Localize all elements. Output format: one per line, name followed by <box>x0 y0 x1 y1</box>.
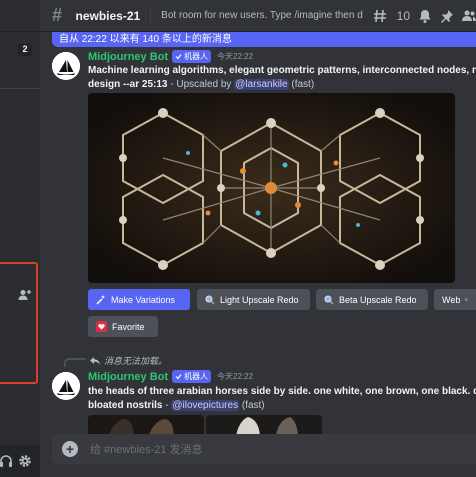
external-link-icon <box>465 298 468 301</box>
threads-icon[interactable] <box>373 9 387 23</box>
search-icon <box>205 295 215 305</box>
highlight-box <box>0 262 38 384</box>
sparkle-icon <box>96 294 105 305</box>
bot-tag: 机器人 <box>172 370 212 383</box>
checkmark-icon <box>175 54 182 60</box>
author-name[interactable]: Midjourney Bot <box>88 371 168 383</box>
bot-tag-label: 机器人 <box>184 372 209 381</box>
prompt-text-line2: design --ar 25:13 <box>88 79 168 90</box>
channel-header: # newbies-21 Bot room for new users. Typ… <box>40 0 476 32</box>
new-messages-bar[interactable]: 自从 22:22 以来有 140 条以上的新消息 <box>52 32 476 47</box>
light-upscale-label: Light Upscale Redo <box>220 294 299 305</box>
favorite-button[interactable]: Favorite <box>88 316 158 337</box>
generated-image[interactable] <box>88 93 455 283</box>
timestamp: 今天22:22 <box>217 372 254 381</box>
make-variations-label: Make Variations <box>111 294 175 305</box>
add-user-icon[interactable] <box>18 288 32 302</box>
reply-preview[interactable]: 消息无法加载。 <box>90 354 167 367</box>
mention-badge: 2 <box>18 43 32 56</box>
timestamp: 今天22:22 <box>217 52 254 61</box>
message-content: Machine learning algorithms, elegant geo… <box>88 64 476 92</box>
channel-name: newbies-21 <box>75 8 141 23</box>
composer-placeholder: 给 #newbies-21 发消息 <box>90 444 203 456</box>
message-header: Midjourney Bot 机器人 今天22:22 <box>88 50 253 63</box>
separator-text: - <box>162 400 172 411</box>
message-composer[interactable]: + 给 #newbies-21 发消息 <box>52 434 476 464</box>
bell-icon[interactable] <box>418 9 432 23</box>
headset-icon[interactable] <box>0 454 12 468</box>
beta-upscale-label: Beta Upscale Redo <box>339 294 417 305</box>
speed-text: (fast) <box>288 79 315 90</box>
reply-connector <box>64 358 86 367</box>
channel-sidebar: 2 <box>0 0 40 477</box>
header-toolbar: 10 <box>373 9 476 23</box>
pin-icon[interactable] <box>440 9 454 23</box>
bot-tag: 机器人 <box>172 50 212 63</box>
message-content: the heads of three arabian horses side b… <box>88 385 476 413</box>
hash-icon: # <box>52 5 63 25</box>
upscaled-by-text: - Upscaled by <box>167 79 235 90</box>
sidebar-topbar <box>0 0 40 32</box>
message-header: Midjourney Bot 机器人 今天22:22 <box>88 370 253 383</box>
beta-upscale-redo-button[interactable]: Beta Upscale Redo <box>316 289 428 310</box>
avatar[interactable] <box>52 52 80 80</box>
user-mention[interactable]: @ilovepictures <box>171 400 240 411</box>
prompt-text: Machine learning algorithms, elegant geo… <box>88 65 476 76</box>
sidebar-divider <box>0 88 40 89</box>
bot-tag-label: 机器人 <box>184 52 209 61</box>
prompt-text: the heads of three arabian horses side b… <box>88 386 476 397</box>
gear-icon[interactable] <box>18 454 32 468</box>
reply-preview-text: 消息无法加载。 <box>104 356 168 366</box>
user-panel <box>0 445 40 477</box>
speed-text: (fast) <box>239 400 265 411</box>
reply-icon <box>90 356 100 365</box>
make-variations-button[interactable]: Make Variations <box>88 289 190 310</box>
web-button[interactable]: Web <box>434 289 476 310</box>
web-label: Web <box>442 294 461 305</box>
channel-topic[interactable]: Bot room for new users. Type /imagine th… <box>161 10 362 21</box>
members-icon[interactable] <box>462 9 476 23</box>
user-mention[interactable]: @larsankile <box>234 79 289 90</box>
search-icon <box>324 295 334 305</box>
checkmark-icon <box>175 374 182 380</box>
avatar[interactable] <box>52 372 80 400</box>
plus-icon[interactable]: + <box>62 441 78 457</box>
favorite-label: Favorite <box>112 321 145 332</box>
heart-icon <box>96 321 107 332</box>
light-upscale-redo-button[interactable]: Light Upscale Redo <box>197 289 310 310</box>
prompt-text-line2: bloated nostrils <box>88 400 163 411</box>
author-name[interactable]: Midjourney Bot <box>88 51 168 63</box>
header-divider <box>150 7 152 24</box>
thread-count: 10 <box>396 8 410 23</box>
